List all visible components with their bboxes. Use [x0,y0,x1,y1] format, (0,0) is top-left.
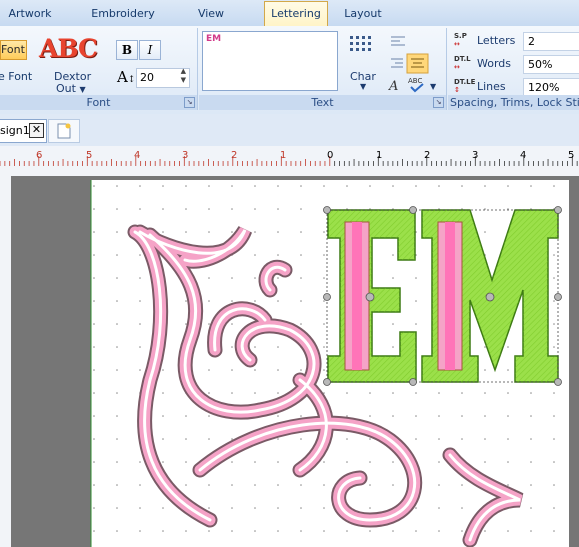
resize-handle[interactable] [554,293,562,301]
resize-handle[interactable] [323,378,331,386]
rotate-handle[interactable] [365,292,375,302]
resize-handle[interactable] [323,206,331,214]
rotate-handle[interactable] [485,292,495,302]
resize-handle[interactable] [323,293,331,301]
resize-handle[interactable] [554,378,562,386]
resize-handle[interactable] [409,206,417,214]
resize-handle[interactable] [409,378,417,386]
resize-handle[interactable] [554,206,562,214]
embroidery-design[interactable] [0,0,579,547]
